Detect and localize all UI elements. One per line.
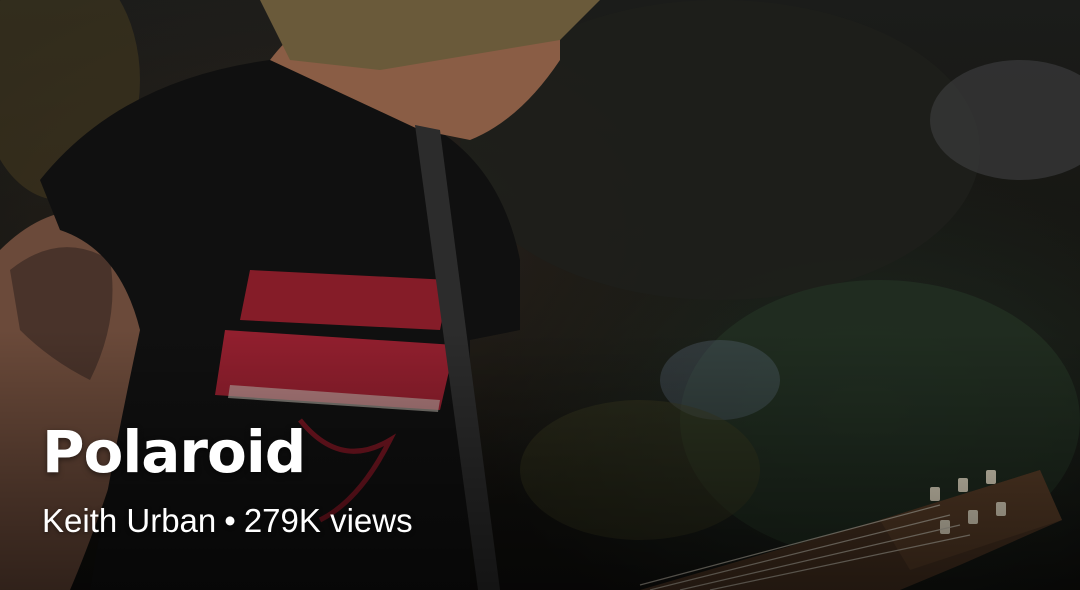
video-hero[interactable]: Polaroid Keith Urban • 279K views [0,0,1080,590]
view-count: 279K views [243,502,413,539]
artist-name[interactable]: Keith Urban [42,502,216,539]
video-title: Polaroid [42,418,306,486]
meta-separator: • [224,502,236,539]
video-meta: Keith Urban • 279K views [42,502,413,540]
